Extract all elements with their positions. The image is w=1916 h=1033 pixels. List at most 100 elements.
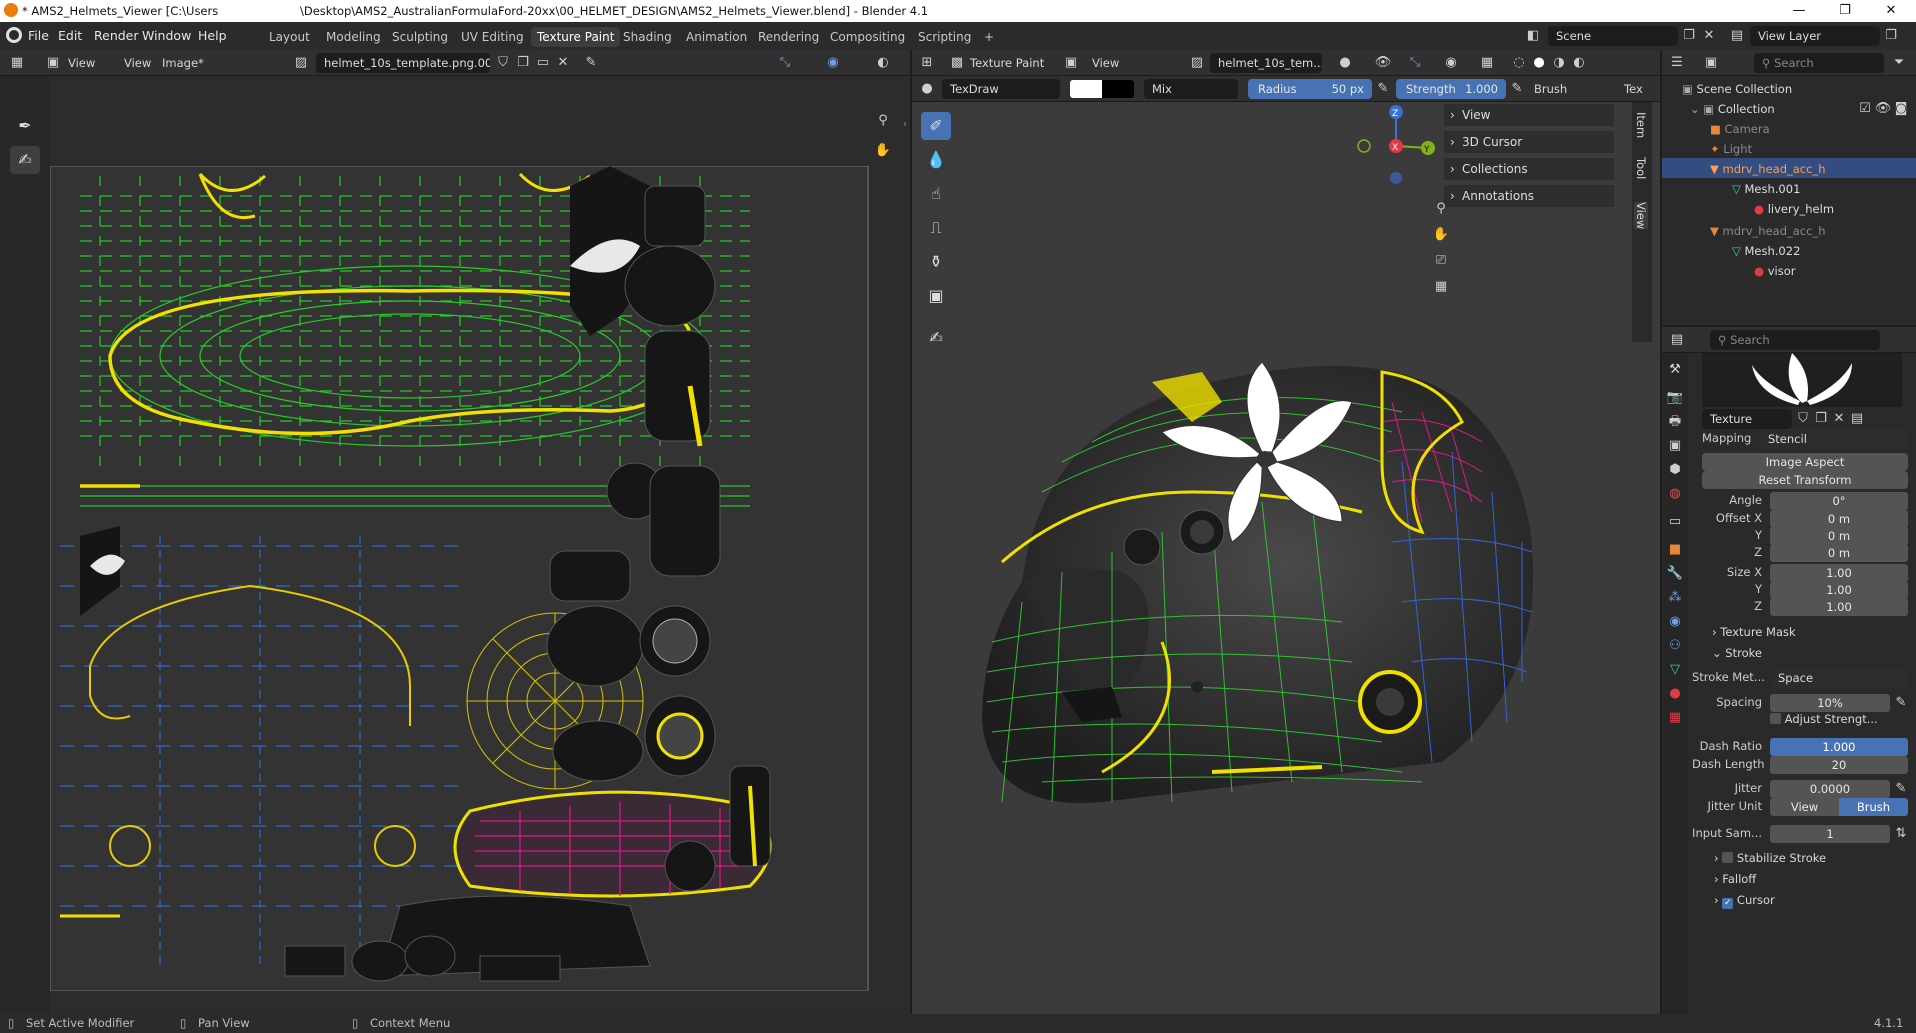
spacing-pressure-icon[interactable]: ✎ [1892, 694, 1910, 712]
properties-search[interactable]: ⚲ Search [1710, 330, 1880, 350]
image-name-field[interactable]: helmet_10s_template.png.001 [316, 53, 490, 73]
mapping-dropdown[interactable]: Stencil [1760, 429, 1908, 449]
new-view-layer-icon[interactable]: ❐ [1882, 27, 1900, 45]
image-mode-icon[interactable]: ▣ [44, 54, 62, 72]
shading-material-icon[interactable]: ◑ [1550, 54, 1568, 72]
eye-icon[interactable]: 👁 [1874, 100, 1892, 118]
scene-tab-icon[interactable]: ⬢ [1666, 461, 1684, 479]
3d-viewport[interactable]: ✐ 💧 ☝ ⎍ ⚱ ▣ ✍ › View › 3D Cursor › Collecti… [912, 102, 1660, 1014]
soften-tool-icon[interactable]: 💧 [921, 146, 951, 174]
radius-field[interactable]: Radius 50 px [1248, 79, 1372, 99]
menu-window[interactable]: Window [142, 28, 191, 43]
outliner-search[interactable]: ⚲ Search [1754, 53, 1884, 73]
outliner-row-visor-material[interactable]: ● visor [1754, 262, 1795, 280]
toggle-icon[interactable]: ▣ [1062, 54, 1080, 72]
fake-user-icon[interactable]: ⛉ [494, 54, 512, 72]
outliner-row-mesh022[interactable]: ▽ Mesh.022 [1732, 242, 1800, 260]
outliner-row-camera[interactable]: ■ Camera [1710, 120, 1770, 138]
object-tab-icon[interactable]: ■ [1666, 541, 1684, 559]
data-tab-icon[interactable]: ▽ [1666, 661, 1684, 679]
image-aspect-button[interactable]: Image Aspect [1702, 453, 1908, 471]
texture-tab-icon[interactable]: ▦ [1666, 709, 1684, 727]
grid-view-icon[interactable]: ▦ [1432, 278, 1450, 296]
menu-brush[interactable]: Brush [1534, 82, 1567, 96]
new-texture-icon[interactable]: ❐ [1812, 410, 1830, 428]
secondary-color-swatch[interactable] [1102, 80, 1134, 98]
tool-tab-icon[interactable]: ⚒ [1666, 361, 1684, 379]
panel-collections[interactable]: › Collections [1444, 158, 1614, 180]
editor-type-icon[interactable]: ▦ [8, 54, 26, 72]
filter-icon[interactable]: ⏷ [1890, 54, 1908, 72]
pivot-icon[interactable]: ● [1336, 54, 1354, 72]
scene-selector[interactable]: Scene [1548, 26, 1678, 46]
minimize-button[interactable]: — [1776, 0, 1822, 22]
editor-type-icon[interactable]: ☰ [1668, 54, 1686, 72]
dash-ratio-field[interactable]: 1.000 [1770, 738, 1908, 756]
open-image-icon[interactable]: ▭ [534, 54, 552, 72]
outliner-row-mesh001[interactable]: ▽ Mesh.001 [1732, 180, 1800, 198]
tab-rendering[interactable]: Rendering [752, 27, 825, 47]
camera-view-icon[interactable]: ⎚ [1432, 252, 1450, 270]
modifier-tab-icon[interactable]: 🔧 [1666, 565, 1684, 583]
unlink-image-icon[interactable]: ✕ [554, 54, 572, 72]
view-layer-tab-icon[interactable]: ▣ [1666, 437, 1684, 455]
outliner-row-scene-collection[interactable]: ▣ Scene Collection [1682, 80, 1792, 98]
tab-sculpting[interactable]: Sculpting [386, 27, 454, 47]
panel-annotations[interactable]: › Annotations [1444, 185, 1614, 207]
size-x-field[interactable]: 1.00 [1770, 564, 1908, 582]
image-selector[interactable]: helmet_10s_tem... [1210, 53, 1322, 73]
offset-z-field[interactable]: 0 m [1770, 544, 1908, 562]
tab-item[interactable]: Item [1634, 112, 1648, 138]
tab-view[interactable]: View [1634, 202, 1648, 230]
navigation-gizmo[interactable]: Z Y X [1352, 102, 1440, 192]
display-channels-icon[interactable]: ◐ [874, 54, 892, 72]
panel-view[interactable]: › View [1444, 104, 1614, 126]
cursor-panel[interactable]: › ✓ Cursor [1714, 893, 1775, 909]
stroke-method-dropdown[interactable]: Space [1770, 668, 1908, 688]
overlay-icon[interactable]: ◉ [1442, 54, 1460, 72]
output-tab-icon[interactable]: 🖶 [1666, 413, 1684, 431]
shading-solid-icon[interactable]: ● [1530, 54, 1548, 72]
view-layer-selector[interactable]: View Layer [1750, 26, 1880, 46]
fill-tool-icon[interactable]: ⚱ [921, 248, 951, 276]
maximize-button[interactable]: ❐ [1822, 0, 1868, 22]
pan-hand-icon[interactable]: ✋ [1432, 226, 1450, 244]
display-mode-icon[interactable]: ▣ [1702, 54, 1720, 72]
stabilize-stroke-panel[interactable]: › Stabilize Stroke [1714, 851, 1826, 865]
blender-menu-icon[interactable] [6, 27, 22, 43]
brush-selector[interactable]: TexDraw [942, 79, 1060, 99]
menu-view[interactable]: View [1092, 56, 1119, 70]
offset-y-field[interactable]: 0 m [1770, 527, 1908, 545]
jitter-unit-brush-button[interactable]: Brush [1839, 798, 1908, 816]
tab-tool[interactable]: Tool [1634, 157, 1648, 179]
outliner-row-visor-object[interactable]: ▼ mdrv_head_acc_h [1710, 222, 1825, 240]
input-samples-field[interactable]: 1 [1770, 825, 1890, 843]
constraints-tab-icon[interactable]: ⚇ [1666, 637, 1684, 655]
outliner-row-helmet-mesh[interactable]: ▼ mdrv_head_acc_h [1710, 160, 1825, 178]
physics-tab-icon[interactable]: ◉ [1666, 613, 1684, 631]
browse-texture-icon[interactable]: ▤ [1848, 410, 1866, 428]
world-tab-icon[interactable]: ◍ [1666, 485, 1684, 503]
adjust-strength-checkbox[interactable]: Adjust Strengt... [1770, 712, 1878, 726]
spacing-field[interactable]: 10% [1770, 694, 1890, 712]
tab-uv-editing[interactable]: UV Editing [455, 27, 530, 47]
editor-type-icon[interactable]: ▤ [1668, 331, 1686, 349]
particles-tab-icon[interactable]: ⁂ [1666, 589, 1684, 607]
gizmo-icon[interactable]: ⤡ [1406, 54, 1424, 72]
jitter-unit-view-button[interactable]: View [1770, 798, 1839, 816]
tab-shading[interactable]: Shading [617, 27, 678, 47]
jitter-pressure-icon[interactable]: ✎ [1892, 780, 1910, 798]
pan-hand-icon[interactable]: ✋ [874, 142, 892, 160]
texture-mask-panel[interactable]: › Texture Mask [1712, 625, 1796, 639]
jitter-field[interactable]: 0.0000 [1770, 780, 1890, 798]
xray-icon[interactable]: ▦ [1478, 54, 1496, 72]
stroke-panel[interactable]: ⌄ Stroke [1712, 646, 1762, 660]
menu-texture[interactable]: Tex [1624, 82, 1643, 96]
view-mode-dropdown[interactable]: View [68, 56, 95, 70]
smear-tool-icon[interactable]: ☝ [921, 180, 951, 208]
fake-user-icon[interactable]: ⛉ [1794, 410, 1812, 428]
panel-3d-cursor[interactable]: › 3D Cursor [1444, 131, 1614, 153]
sample-tool-icon[interactable]: ✒ [10, 112, 40, 140]
outliner-row-collection[interactable]: ⌄ ▣ Collection [1690, 100, 1775, 118]
menu-help[interactable]: Help [198, 28, 227, 43]
